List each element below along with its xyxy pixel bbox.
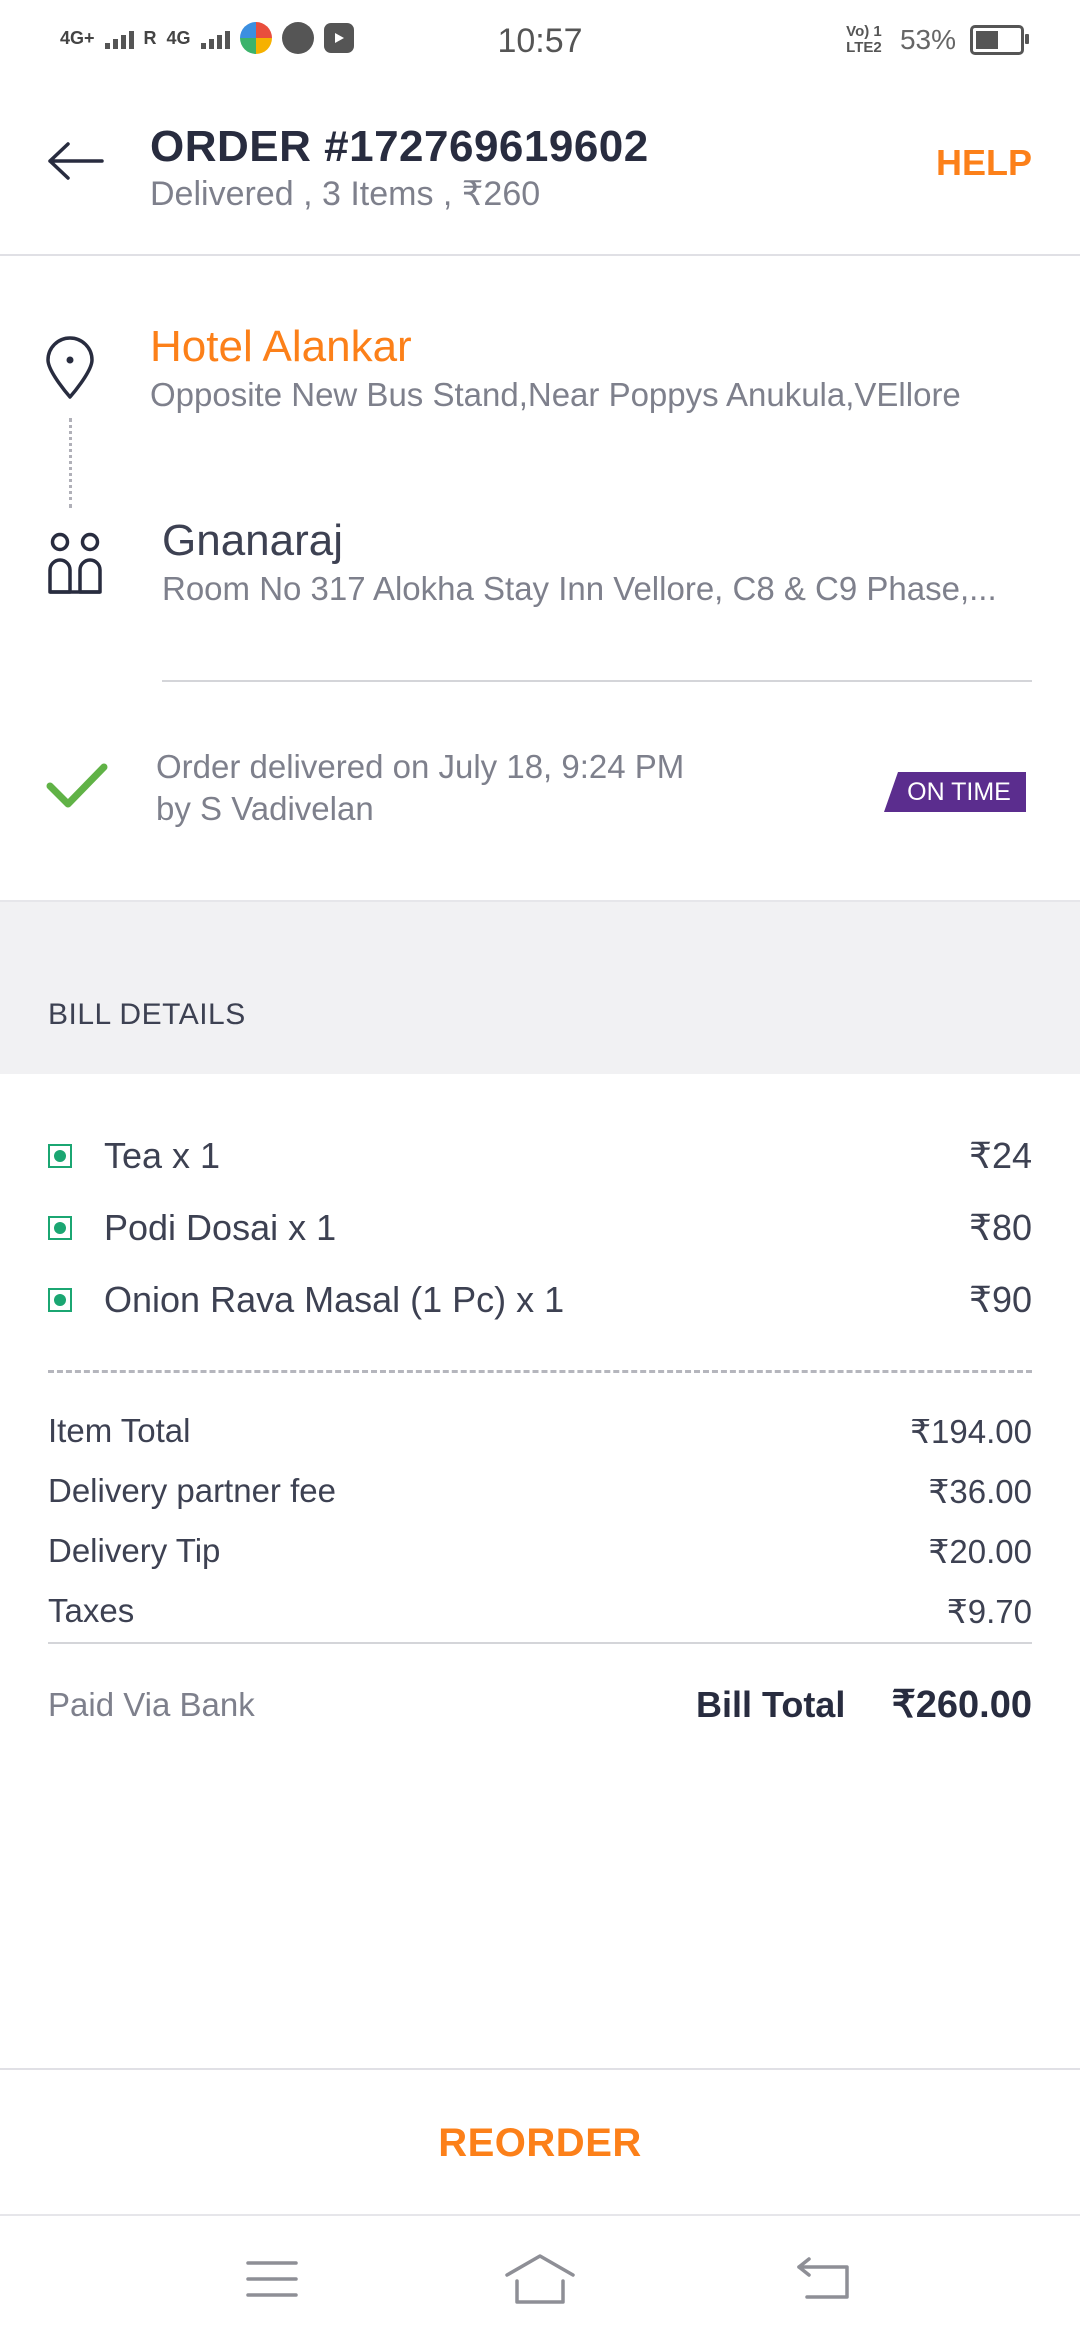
help-button[interactable]: HELP — [936, 142, 1032, 184]
veg-icon — [48, 1216, 72, 1240]
fee-value: ₹20.00 — [928, 1533, 1032, 1570]
menu-button[interactable] — [232, 2244, 312, 2314]
customer-address: Room No 317 Alokha Stay Inn Vellore, C8 … — [162, 570, 997, 607]
customer-icon — [46, 532, 106, 601]
order-summary: Delivered , 3 Items , ₹260 — [150, 175, 541, 213]
fee-row-tip: Delivery Tip ₹20.00 — [48, 1532, 1032, 1571]
fee-label: Delivery partner fee — [48, 1472, 336, 1509]
on-time-badge: ON TIME — [884, 772, 1026, 812]
fee-label: Taxes — [48, 1592, 135, 1629]
item-name: Podi Dosai x 1 — [104, 1207, 337, 1248]
list-item: Podi Dosai x 1 ₹80 — [48, 1200, 1032, 1256]
payment-method: Paid Via Bank — [48, 1686, 255, 1723]
item-price: ₹90 — [969, 1279, 1032, 1320]
back-arrow-icon — [48, 142, 104, 180]
fee-label: Item Total — [48, 1412, 191, 1449]
location-pin-icon — [44, 336, 96, 405]
bill-total-value: ₹260.00 — [891, 1684, 1032, 1726]
menu-icon — [246, 2261, 298, 2297]
home-button[interactable] — [500, 2244, 580, 2314]
return-icon — [797, 2257, 849, 2299]
fee-value: ₹36.00 — [928, 1473, 1032, 1510]
restaurant-address: Opposite New Bus Stand,Near Poppys Anuku… — [150, 376, 961, 413]
status-right: Vo) 1 LTE2 53% — [842, 23, 1029, 56]
delivery-partner: by S Vadivelan — [156, 790, 374, 827]
back-button[interactable] — [40, 126, 110, 196]
bill-details-header: BILL DETAILS — [0, 900, 1080, 1074]
page-title: ORDER #172769619602 — [150, 122, 649, 171]
fee-row-item-total: Item Total ₹194.00 — [48, 1412, 1032, 1451]
divider — [162, 680, 1032, 682]
restaurant-name: Hotel Alankar — [150, 322, 412, 371]
status-bar: 4G+ R 4G 10:57 Vo) 1 LTE2 53% — [0, 0, 1080, 86]
list-item: Onion Rava Masal (1 Pc) x 1 ₹90 — [48, 1272, 1032, 1328]
delivery-time: Order delivered on July 18, 9:24 PM — [156, 748, 685, 785]
dashed-divider — [48, 1370, 1032, 1373]
list-item: Tea x 1 ₹24 — [48, 1128, 1032, 1184]
volte-indicator: Vo) 1 LTE2 — [846, 23, 882, 56]
system-nav-bar — [0, 2214, 1080, 2342]
fee-value: ₹9.70 — [946, 1593, 1032, 1630]
divider — [48, 1642, 1032, 1644]
item-price: ₹80 — [969, 1207, 1032, 1248]
fee-row-taxes: Taxes ₹9.70 — [48, 1592, 1032, 1631]
bill-details-title: BILL DETAILS — [48, 998, 246, 1031]
home-icon — [505, 2254, 575, 2304]
fee-value: ₹194.00 — [910, 1413, 1032, 1450]
order-header: ORDER #172769619602 Delivered , 3 Items … — [0, 86, 1080, 256]
battery-icon — [970, 25, 1029, 55]
bill-total-label: Bill Total — [696, 1684, 846, 1725]
reorder-bar: REORDER — [0, 2068, 1080, 2216]
reorder-button[interactable]: REORDER — [438, 2121, 642, 2166]
veg-icon — [48, 1144, 72, 1168]
back-nav-button[interactable] — [784, 2244, 864, 2314]
battery-percent: 53% — [899, 24, 956, 55]
item-name: Onion Rava Masal (1 Pc) x 1 — [104, 1279, 565, 1320]
check-icon — [46, 762, 108, 815]
fee-label: Delivery Tip — [48, 1532, 221, 1569]
customer-name: Gnanaraj — [162, 516, 344, 565]
fee-row-delivery-fee: Delivery partner fee ₹36.00 — [48, 1472, 1032, 1511]
item-price: ₹24 — [969, 1135, 1032, 1176]
item-name: Tea x 1 — [104, 1135, 221, 1176]
veg-icon — [48, 1288, 72, 1312]
route-connector — [69, 418, 72, 508]
